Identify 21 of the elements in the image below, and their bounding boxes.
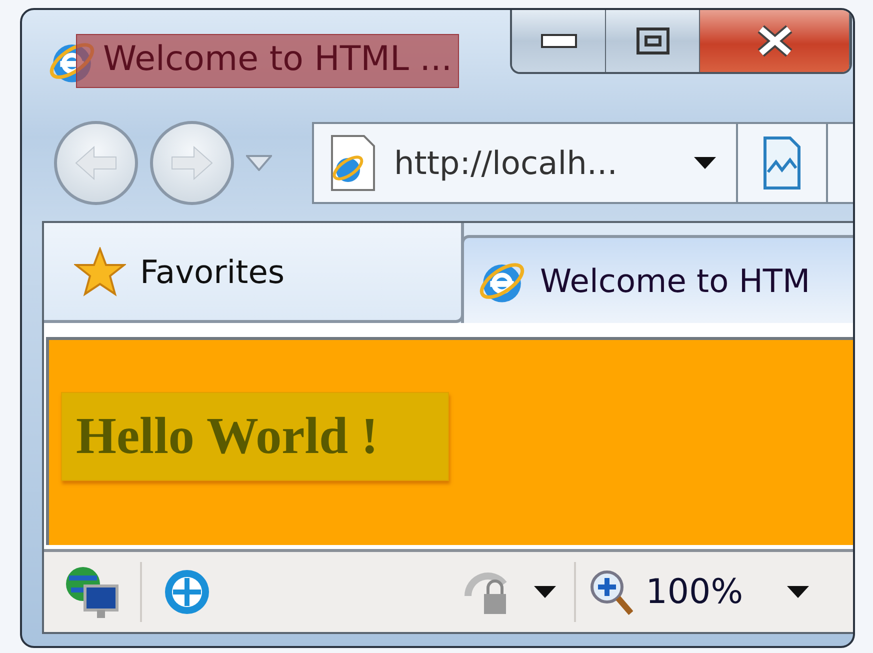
caret-icon[interactable] [534, 586, 556, 598]
page-heading: Hello World ! [61, 392, 450, 481]
zoom-icon[interactable] [588, 569, 633, 615]
minimize-button[interactable] [512, 10, 606, 72]
tab[interactable]: Welcome to HTM [461, 235, 853, 323]
star-icon [74, 246, 126, 296]
caret-icon[interactable] [787, 586, 809, 598]
right-arrow-icon [170, 145, 214, 182]
favorites-button[interactable]: Favorites [44, 223, 464, 323]
caret-icon[interactable] [694, 157, 716, 170]
address-field[interactable]: http://localh... [394, 144, 674, 182]
minimize-icon [540, 34, 576, 48]
window-title: Welcome to HTML ... [76, 34, 460, 88]
left-arrow-icon [74, 145, 118, 182]
zoom-level[interactable]: 100% [646, 572, 743, 612]
close-button[interactable] [700, 10, 850, 72]
globe-computer-icon[interactable] [63, 564, 121, 620]
page-icon [328, 134, 378, 192]
restore-icon [636, 27, 670, 55]
document-icon[interactable] [762, 136, 802, 190]
maximize-button[interactable] [606, 10, 700, 72]
